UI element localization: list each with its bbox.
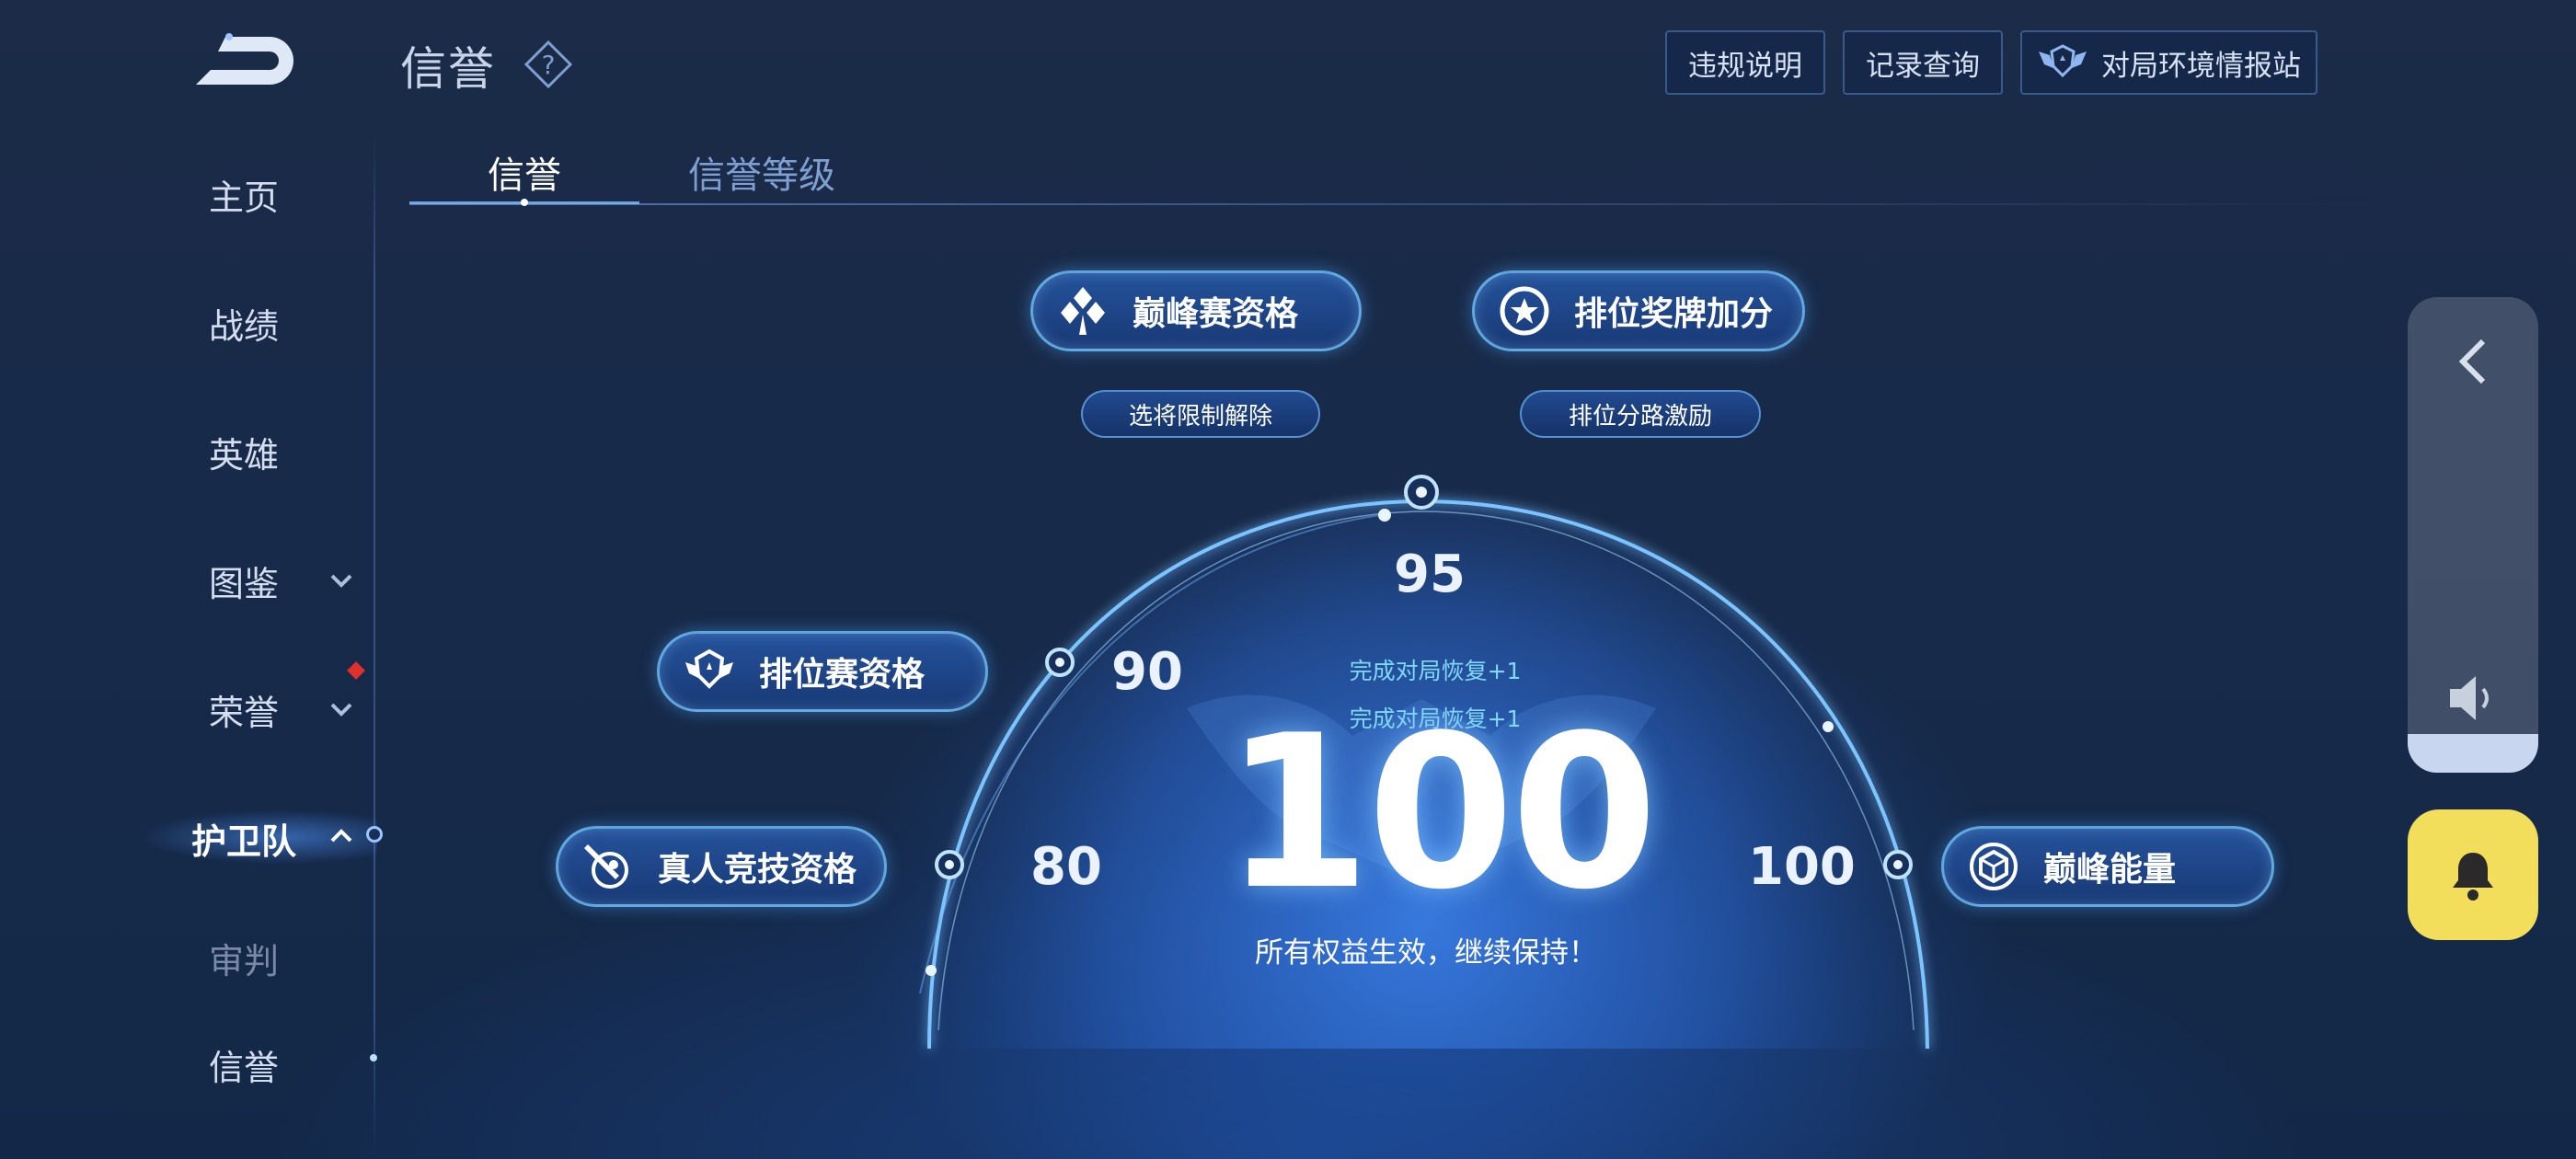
real-competition-label: 真人竞技资格 bbox=[658, 851, 857, 889]
sword-person-icon bbox=[584, 844, 628, 889]
sidebar-item-record[interactable]: 战绩 bbox=[166, 298, 322, 349]
credit-score: 100 bbox=[1224, 691, 1658, 936]
lane-bonus-tag: 排位分路激励 bbox=[1520, 390, 1761, 438]
sidebar-item-home[interactable]: 主页 bbox=[166, 169, 322, 220]
active-tab-indicator bbox=[409, 199, 639, 206]
bell-icon bbox=[2453, 853, 2493, 901]
chevron-down-icon[interactable] bbox=[329, 701, 353, 717]
notification-bell-button[interactable] bbox=[2408, 809, 2538, 940]
tab-credit-level[interactable]: 信誉等级 bbox=[688, 145, 835, 199]
peak-energy-pill[interactable]: 巅峰能量 bbox=[1941, 826, 2274, 907]
tick-label-90: 90 bbox=[1111, 642, 1183, 702]
chevron-up-icon[interactable] bbox=[329, 828, 353, 844]
records-query-button[interactable]: 记录查询 bbox=[1843, 30, 2003, 95]
chevron-left-icon[interactable] bbox=[2450, 334, 2496, 389]
star-medal-icon bbox=[1500, 286, 1549, 336]
tab-credit[interactable]: 信誉 bbox=[488, 145, 561, 199]
score-caption: 所有权益生效，继续保持！ bbox=[1255, 936, 1597, 970]
real-competition-pill[interactable]: 真人竞技资格 bbox=[556, 826, 887, 907]
hero-unlock-tag: 选将限制解除 bbox=[1081, 390, 1320, 438]
tick-label-100: 100 bbox=[1748, 837, 1856, 897]
sidebar-item-guard[interactable]: 护卫队 bbox=[166, 813, 322, 864]
match-environment-button[interactable]: 对局环境情报站 bbox=[2020, 30, 2317, 95]
credit-gauge-arc bbox=[919, 475, 1929, 1050]
rank-medal-label: 排位奖牌加分 bbox=[1574, 295, 1774, 333]
tick-label-80: 80 bbox=[1030, 837, 1102, 897]
floating-side-panel[interactable] bbox=[2408, 297, 2538, 773]
ranked-match-label: 排位赛资格 bbox=[759, 656, 926, 694]
sidebar-divider bbox=[374, 129, 375, 1159]
energy-cube-icon bbox=[1970, 843, 2018, 890]
sidebar-current-dot bbox=[370, 1054, 377, 1061]
volume-level-fill bbox=[2408, 734, 2538, 773]
tick-label-95: 95 bbox=[1394, 545, 1466, 604]
ranked-match-pill[interactable]: 排位赛资格 bbox=[657, 631, 988, 712]
page-title: 信誉 bbox=[400, 42, 496, 96]
match-environment-label: 对局环境情报站 bbox=[2101, 49, 2301, 83]
shield-wings-icon bbox=[2039, 44, 2087, 78]
peak-crystal-icon bbox=[1061, 287, 1105, 335]
rank-shield-icon bbox=[685, 648, 733, 689]
peak-match-label: 巅峰赛资格 bbox=[1133, 295, 1299, 333]
sidebar-item-heroes[interactable]: 英雄 bbox=[166, 427, 322, 477]
help-icon[interactable]: ? bbox=[523, 39, 574, 90]
rank-medal-pill[interactable]: 排位奖牌加分 bbox=[1472, 270, 1805, 351]
back-button[interactable] bbox=[189, 28, 299, 92]
sidebar-active-node bbox=[366, 826, 383, 843]
volume-icon[interactable] bbox=[2444, 672, 2501, 724]
sidebar-item-judge[interactable]: 审判 bbox=[166, 933, 322, 983]
sidebar-item-codex[interactable]: 图鉴 bbox=[166, 556, 322, 606]
peak-energy-label: 巅峰能量 bbox=[2043, 851, 2177, 889]
chevron-down-icon[interactable] bbox=[329, 572, 353, 589]
back-arrow-icon bbox=[196, 33, 293, 85]
peak-match-pill[interactable]: 巅峰赛资格 bbox=[1030, 270, 1362, 351]
recover-hint-1: 完成对局恢复+1 bbox=[1349, 658, 1522, 684]
violation-rules-button[interactable]: 违规说明 bbox=[1665, 30, 1825, 95]
sidebar-item-credit[interactable]: 信誉 bbox=[166, 1039, 322, 1090]
svg-text:?: ? bbox=[542, 50, 556, 80]
sidebar-item-honor[interactable]: 荣誉 bbox=[166, 684, 322, 735]
tab-divider bbox=[409, 203, 2397, 205]
